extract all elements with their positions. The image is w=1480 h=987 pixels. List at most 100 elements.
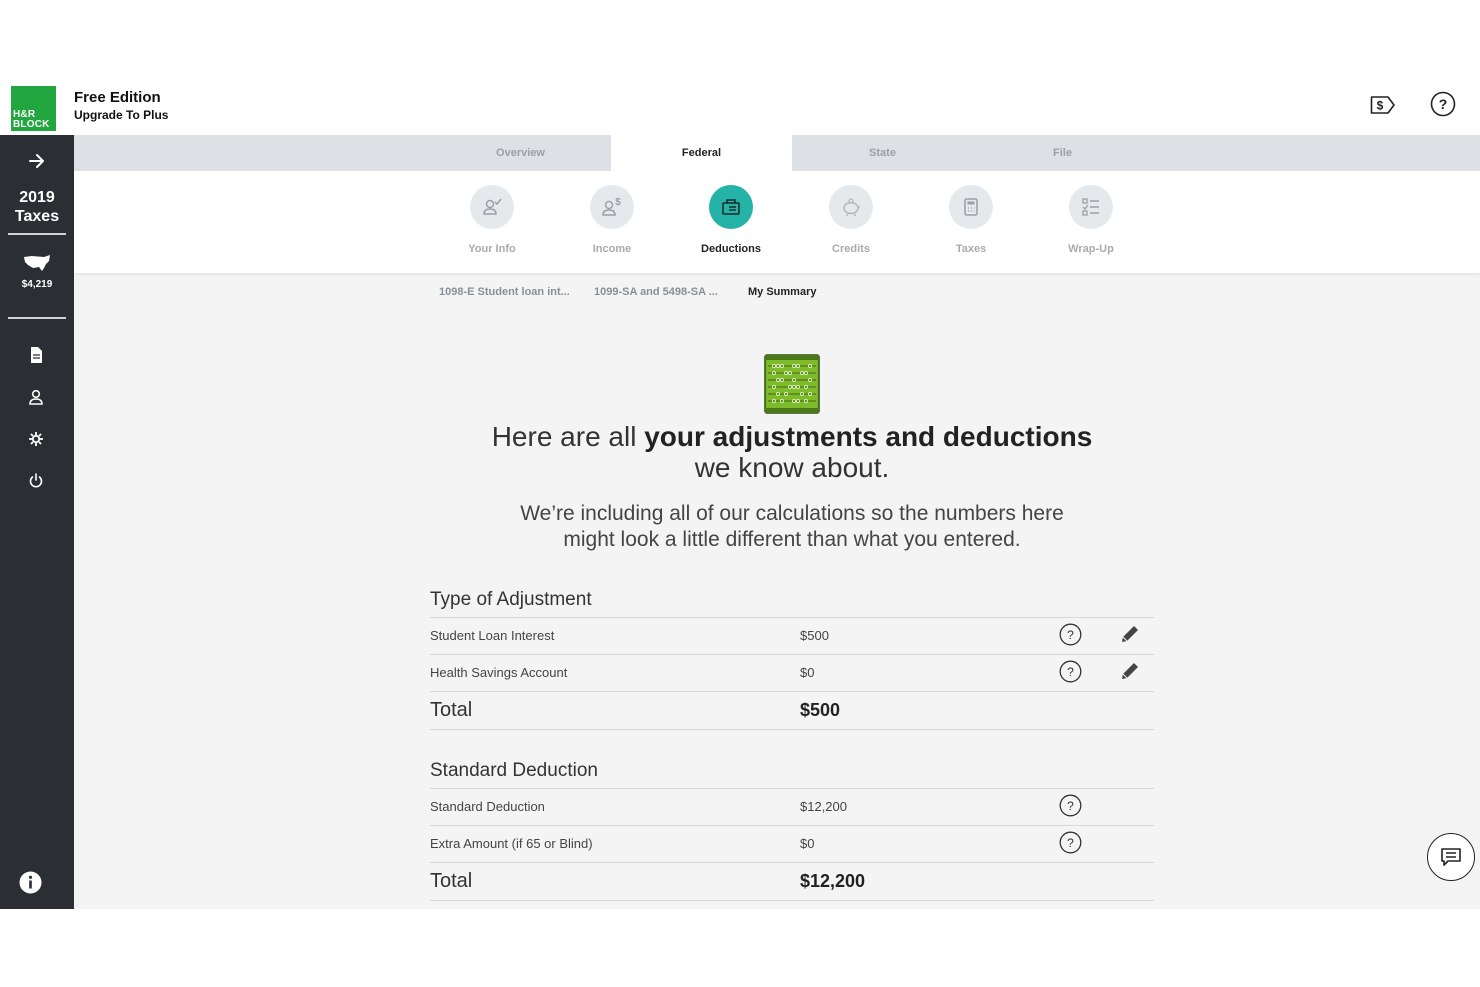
pencil-icon[interactable] [1119, 660, 1141, 682]
step-icon-circle [949, 185, 993, 229]
deduction-amount: $12,200 [800, 799, 847, 814]
edition-label: Free Edition [74, 89, 161, 106]
subtitle-line-2: might look a little different than what … [563, 528, 1021, 551]
step-icon-circle [470, 185, 514, 229]
piggy-bank-icon [843, 198, 860, 216]
step-label: Taxes [955, 243, 987, 255]
title-bold: your adjustments and deductions [644, 421, 1093, 452]
row-divider [430, 654, 1154, 655]
arrow-right-icon[interactable] [27, 151, 47, 171]
deduction-label: Extra Amount (if 65 or Blind) [430, 836, 593, 851]
total-label: Total [430, 699, 473, 721]
svg-text:$: $ [615, 197, 621, 208]
app-window: H&R BLOCK Free Edition Upgrade To Plus $… [0, 78, 1480, 909]
document-icon[interactable] [27, 346, 45, 364]
federal-steps: Your Info $ Income Deductions Credits Ta… [74, 171, 1480, 273]
sidebar-divider [8, 233, 66, 235]
step-income[interactable]: $ Income [552, 185, 672, 255]
adjustments-title: Type of Adjustment [430, 589, 592, 610]
hr-block-logo[interactable]: H&R BLOCK [11, 86, 56, 131]
us-map-icon [24, 255, 50, 271]
title-prefix: Here are all [491, 421, 645, 452]
total-amount: $500 [800, 700, 841, 720]
step-icon-circle: $ [590, 185, 634, 229]
adjustment-amount: $0 [800, 665, 815, 680]
svg-text:?: ? [1067, 836, 1074, 850]
left-sidebar: 2019 Taxes $4,219 [0, 135, 74, 909]
subtitle-line-1: We’re including all of our calculations … [520, 502, 1064, 525]
step-deductions[interactable]: Deductions [671, 185, 791, 255]
pencil-icon[interactable] [1119, 623, 1141, 645]
adjustment-label: Health Savings Account [430, 665, 568, 680]
tab-file[interactable]: File [972, 135, 1153, 171]
help-icon[interactable]: ? [1059, 660, 1082, 683]
help-icon[interactable]: ? [1059, 623, 1082, 646]
section-tabs: Overview Federal State File [74, 135, 1480, 171]
row-divider [430, 788, 1154, 789]
sidebar-divider [8, 317, 66, 319]
svg-text:?: ? [1067, 665, 1074, 679]
tab-state[interactable]: State [792, 135, 973, 171]
checklist-icon [1082, 198, 1099, 216]
total-amount: $12,200 [800, 871, 866, 891]
chat-button[interactable] [1427, 833, 1475, 881]
breadcrumb-hsa[interactable]: 1099-SA and 5498-SA ... [594, 286, 718, 298]
row-divider [430, 617, 1154, 618]
step-your-info[interactable]: Your Info [432, 185, 552, 255]
step-icon-circle [709, 185, 753, 229]
step-label: Your Info [468, 243, 516, 255]
step-taxes[interactable]: Taxes [911, 185, 1031, 255]
help-icon[interactable]: ? [1059, 794, 1082, 817]
help-icon[interactable]: ? [1430, 91, 1456, 117]
breadcrumb-student-loan[interactable]: 1098-E Student loan int... [439, 286, 570, 298]
person-check-icon [483, 198, 502, 215]
breadcrumb-my-summary[interactable]: My Summary [748, 286, 816, 298]
tab-federal[interactable]: Federal [611, 135, 792, 171]
gear-icon[interactable] [27, 430, 45, 448]
upgrade-link[interactable]: Upgrade To Plus [74, 108, 168, 122]
info-icon[interactable] [19, 871, 42, 894]
svg-text:?: ? [1439, 96, 1448, 112]
adjustment-label: Student Loan Interest [430, 628, 555, 643]
svg-text:$: $ [1377, 99, 1384, 113]
row-divider [430, 862, 1154, 863]
logo-line-2: BLOCK [13, 119, 50, 130]
svg-text:?: ? [1067, 799, 1074, 813]
standard-deduction-title: Standard Deduction [430, 760, 598, 781]
top-header: H&R BLOCK Free Edition Upgrade To Plus $… [0, 78, 1480, 135]
total-label: Total [430, 870, 473, 892]
step-icon-circle [1069, 185, 1113, 229]
tax-year-label: 2019 Taxes [0, 188, 74, 226]
abacus-icon [764, 354, 820, 414]
deductions-icon [722, 199, 740, 215]
federal-refund-amount: $4,219 [21, 279, 53, 290]
step-wrap-up[interactable]: Wrap-Up [1031, 185, 1151, 255]
page-title: Here are all your adjustments and deduct… [430, 421, 1154, 483]
tab-overview[interactable]: Overview [430, 135, 611, 171]
taxes-label: Taxes [14, 208, 60, 225]
svg-text:?: ? [1067, 628, 1074, 642]
person-icon[interactable] [27, 388, 45, 406]
row-divider [430, 825, 1154, 826]
step-credits[interactable]: Credits [791, 185, 911, 255]
title-suffix: we know about. [694, 452, 890, 483]
step-icon-circle [829, 185, 873, 229]
page-subtitle: We’re including all of our calculations … [430, 501, 1154, 553]
adjustment-amount: $500 [800, 628, 829, 643]
dollar-tag-icon[interactable]: $ [1370, 95, 1396, 115]
tax-year: 2019 [19, 189, 55, 206]
calculator-icon [964, 198, 978, 216]
step-label: Wrap-Up [1068, 243, 1114, 255]
row-divider [430, 729, 1154, 730]
step-label: Credits [832, 243, 870, 255]
row-divider [430, 900, 1154, 901]
help-icon[interactable]: ? [1059, 831, 1082, 854]
chat-icon [1441, 848, 1461, 866]
deduction-amount: $0 [800, 836, 815, 851]
person-dollar-icon: $ [602, 197, 621, 216]
row-divider [430, 691, 1154, 692]
step-label: Income [592, 243, 632, 255]
power-icon[interactable] [27, 472, 45, 490]
deduction-label: Standard Deduction [430, 799, 545, 814]
step-label: Deductions [701, 243, 761, 255]
